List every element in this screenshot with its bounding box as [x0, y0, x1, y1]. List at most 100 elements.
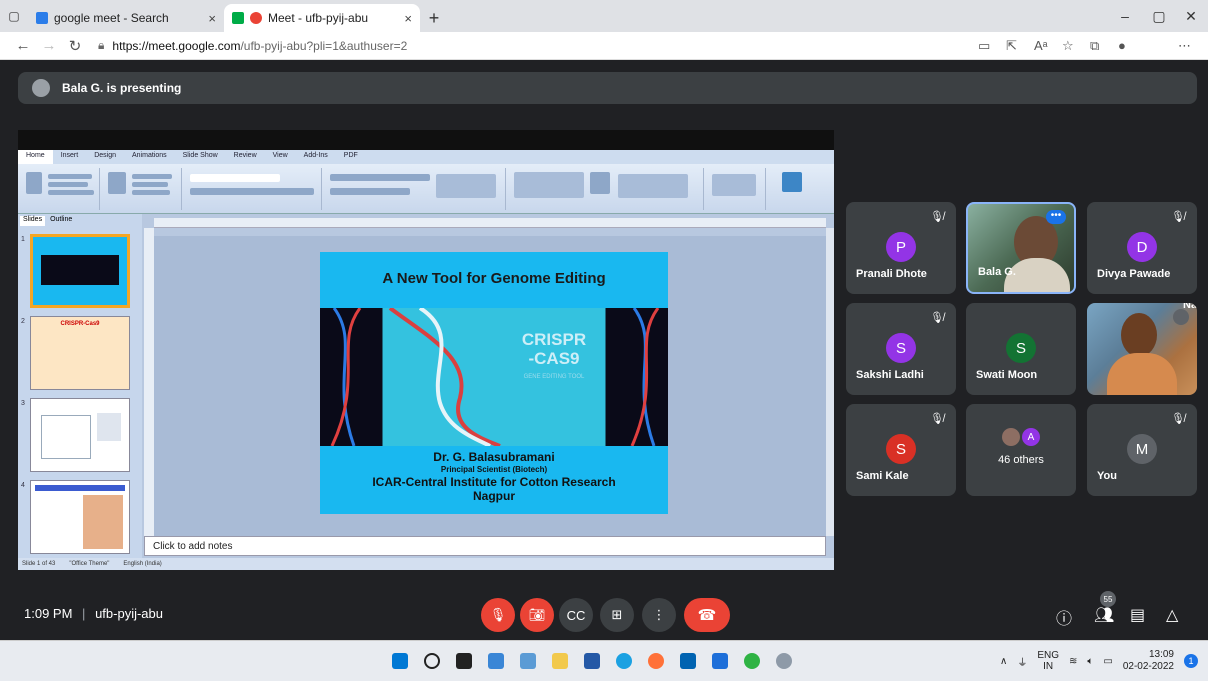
minimize-button[interactable]: –: [1108, 0, 1142, 32]
edge-icon[interactable]: [616, 653, 632, 669]
more-icon[interactable]: ⋯: [1178, 38, 1191, 54]
participant-avatar: D: [1127, 232, 1157, 262]
camera-icon[interactable]: ▭: [978, 38, 990, 54]
slide-thumbnail: [30, 480, 130, 554]
participant-name: Sakshi Ladhi: [856, 369, 924, 381]
meeting-info: 1:09 PM | ufb-pyij-abu: [24, 606, 163, 621]
participant-avatar: M: [1127, 434, 1157, 464]
url-field[interactable]: 🔒︎ https://meet.google.com/ufb-pyij-abu?…: [98, 38, 407, 53]
slide-thumbnail: [30, 234, 130, 308]
participant-tile[interactable]: 🎙︎̸ S Sakshi Ladhi: [846, 303, 956, 395]
slide-thumbnails-pane: Slides Outline 1 2 CRISPR-Cas9 3 4: [18, 214, 142, 560]
search-icon[interactable]: [424, 653, 440, 669]
participant-avatar: P: [886, 232, 916, 262]
clock[interactable]: 13:09 02-02-2022: [1123, 649, 1174, 673]
participant-tile-speaking[interactable]: ••• Bala G.: [966, 202, 1076, 294]
refresh-icon[interactable]: ↻: [62, 37, 88, 55]
more-options-button[interactable]: ⋮: [642, 598, 676, 632]
outline-tab: Outline: [50, 216, 73, 223]
ppt-tab: Add-Ins: [303, 152, 328, 159]
present-button[interactable]: ⊞: [600, 598, 634, 632]
url-host: https://meet.google.com: [112, 38, 241, 53]
meeting-time: 1:09 PM: [24, 606, 73, 621]
slides-tab: Slides: [20, 216, 46, 226]
start-icon[interactable]: [392, 653, 408, 669]
institute-name: ICAR-Central Institute for Cotton Resear…: [372, 475, 616, 489]
desktop-icon[interactable]: [520, 653, 536, 669]
ppt-tab: Home: [18, 150, 53, 164]
recording-icon: [250, 12, 262, 24]
address-bar: ← → ↻ 🔒︎ https://meet.google.com/ufb-pyi…: [0, 32, 1208, 60]
camera-toggle-button[interactable]: 📷︎: [520, 598, 554, 632]
notes-pane[interactable]: Click to add notes: [144, 536, 826, 556]
usb-icon[interactable]: ⏚: [1017, 654, 1027, 669]
language-indicator[interactable]: ENG IN: [1037, 650, 1059, 672]
close-tab-icon[interactable]: ×: [208, 11, 216, 26]
app-icon[interactable]: [712, 653, 728, 669]
ribbon-group-paragraph: [324, 168, 506, 210]
maximize-button[interactable]: ▢: [1142, 0, 1176, 32]
activities-icon[interactable]: △: [1166, 605, 1178, 625]
ribbon-group-editing: [706, 168, 766, 210]
volume-icon[interactable]: 🔈︎: [1087, 656, 1093, 667]
participant-tile[interactable]: 🎙︎̸ P Pranali Dhote: [846, 202, 956, 294]
presenter-avatar: [32, 79, 50, 97]
close-window-button[interactable]: ✕: [1174, 0, 1208, 32]
end-call-button[interactable]: ☎︎: [684, 598, 730, 632]
participant-tile-others[interactable]: A 46 others: [966, 404, 1076, 496]
dna-helix-art: [330, 308, 660, 446]
mic-off-icon: 🎙︎̸: [930, 312, 944, 324]
participant-tile[interactable]: Nayana Shirbh...: [1087, 303, 1197, 395]
info-icon[interactable]: ⓘ: [1056, 605, 1072, 629]
profile-avatar[interactable]: ●: [1118, 38, 1126, 53]
slide-scrollbar[interactable]: [826, 228, 834, 536]
chevron-up-icon[interactable]: ∧: [1000, 656, 1007, 667]
app-icon[interactable]: [680, 653, 696, 669]
more-options-icon[interactable]: •••: [1046, 210, 1066, 224]
battery-icon[interactable]: ▭: [1103, 656, 1112, 667]
chat-icon[interactable]: ▤: [1130, 605, 1145, 625]
tab-actions-icon[interactable]: ▢: [0, 0, 28, 32]
participant-tile[interactable]: S Swati Moon: [966, 303, 1076, 395]
mic-off-icon: 🎙︎̸: [1171, 413, 1185, 425]
people-icon[interactable]: 👥︎: [1094, 605, 1114, 625]
author-role: Principal Scientist (Biotech): [440, 465, 548, 474]
share-icon[interactable]: ⇱: [1006, 38, 1017, 54]
tab-meet[interactable]: Meet - ufb-pyij-abu ×: [224, 4, 420, 32]
tab-google-search[interactable]: google meet - Search ×: [28, 4, 224, 32]
meeting-code: ufb-pyij-abu: [95, 606, 163, 621]
tab-title: google meet - Search: [54, 11, 169, 25]
mic-toggle-button[interactable]: 🎙︎: [481, 598, 515, 632]
author-name: Dr. G. Balasubramani: [433, 450, 555, 464]
slide-thumbnail: [30, 398, 130, 472]
participant-tile[interactable]: 🎙︎̸ D Divya Pawade: [1087, 202, 1197, 294]
store-icon[interactable]: [584, 653, 600, 669]
slide-thumbnail: CRISPR-Cas9: [30, 316, 130, 390]
settings-icon[interactable]: [776, 653, 792, 669]
back-icon[interactable]: ←: [10, 37, 36, 54]
participant-tile-self[interactable]: 🎙︎̸ M You: [1087, 404, 1197, 496]
read-aloud-icon[interactable]: Aᵃ: [1034, 38, 1048, 53]
new-tab-button[interactable]: +: [420, 4, 448, 32]
file-explorer-icon[interactable]: [552, 653, 568, 669]
captions-button[interactable]: CC: [559, 598, 593, 632]
firefox-icon[interactable]: [648, 653, 664, 669]
presenting-banner: Bala G. is presenting: [18, 72, 1197, 104]
vertical-ruler: [144, 228, 154, 536]
participant-tile[interactable]: 🎙︎̸ S Sami Kale: [846, 404, 956, 496]
url-path: /ufb-pyij-abu?pli=1&authuser=2: [240, 38, 408, 53]
ppt-status-bar: Slide 1 of 43 "Office Theme" English (In…: [18, 558, 834, 570]
favorite-icon[interactable]: ☆: [1062, 38, 1074, 54]
wifi-icon[interactable]: ≋: [1069, 656, 1077, 667]
bing-icon: [36, 12, 48, 24]
horizontal-ruler: [154, 218, 826, 228]
close-tab-icon[interactable]: ×: [404, 11, 412, 26]
forward-icon[interactable]: →: [36, 37, 62, 54]
task-view-icon[interactable]: [456, 653, 472, 669]
tab-title: Meet - ufb-pyij-abu: [268, 11, 369, 25]
notification-icon[interactable]: 1: [1184, 654, 1198, 668]
ppt-ribbon-tabs: Home Insert Design Animations Slide Show…: [18, 150, 834, 164]
collections-icon[interactable]: ⧉: [1090, 38, 1099, 54]
widgets-icon[interactable]: [488, 653, 504, 669]
whatsapp-icon[interactable]: [744, 653, 760, 669]
